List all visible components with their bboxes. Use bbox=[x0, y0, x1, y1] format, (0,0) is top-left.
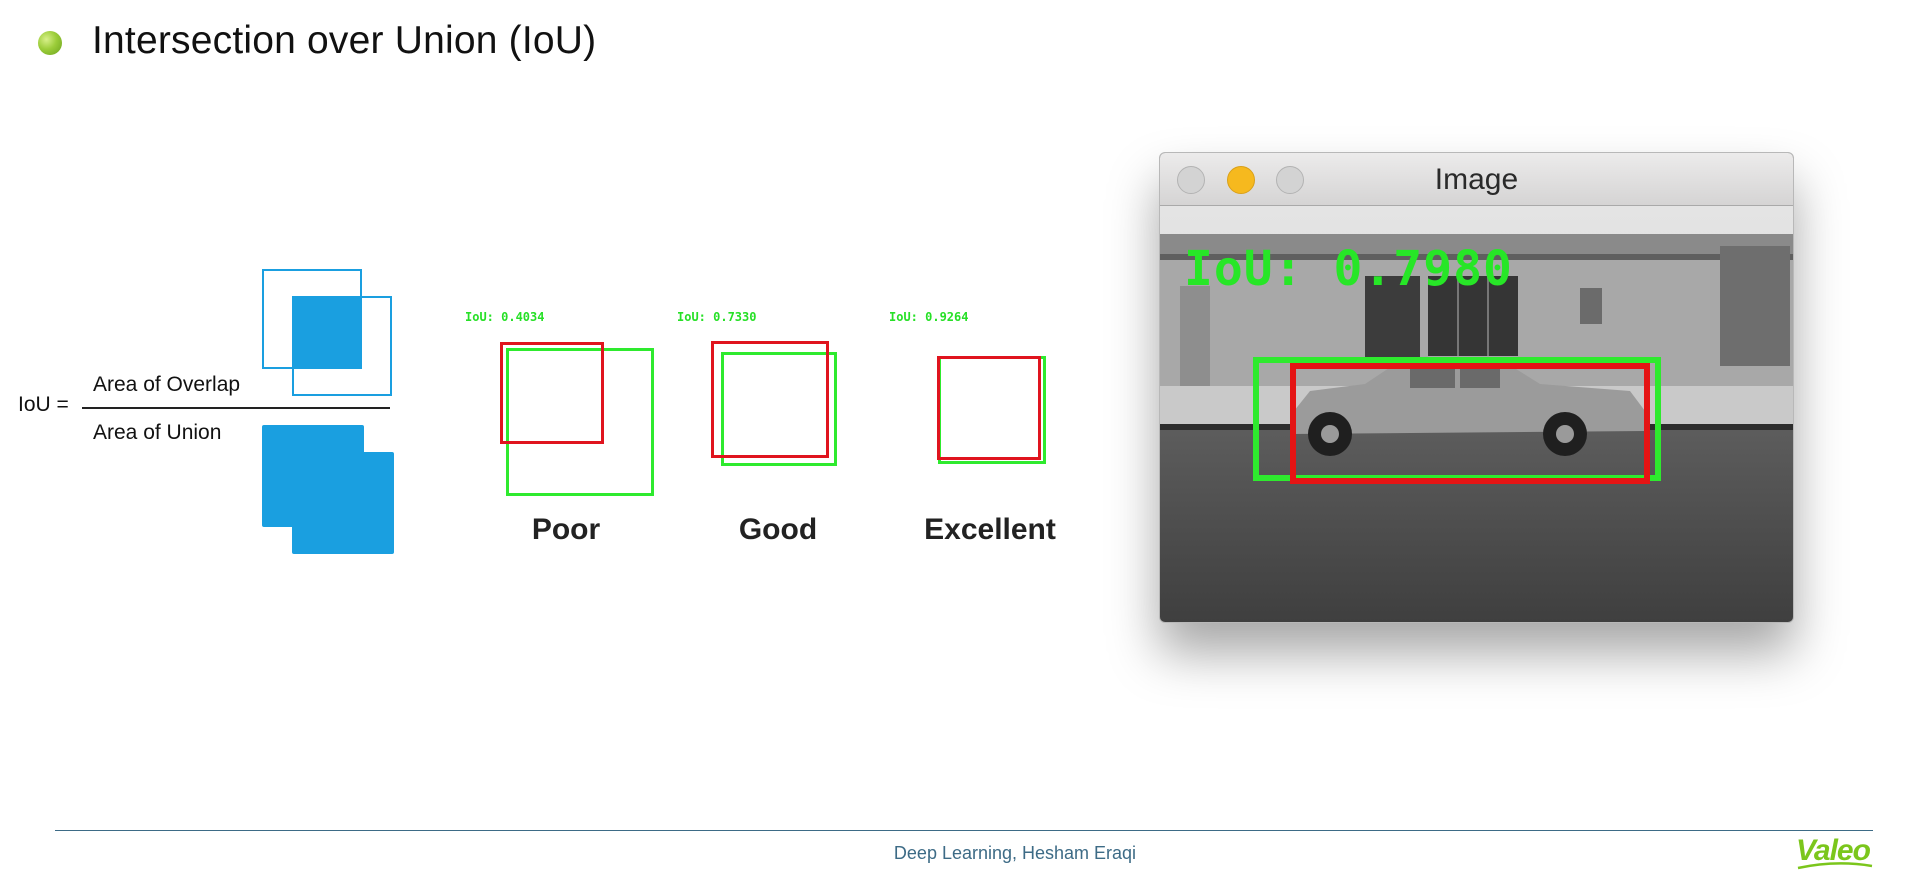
fraction-bar bbox=[82, 407, 390, 409]
example-iou-poor: IoU: 0.4034 bbox=[465, 310, 545, 324]
prediction-box-excellent bbox=[937, 356, 1041, 460]
example-iou-good: IoU: 0.7330 bbox=[677, 310, 757, 324]
window-iou-readout: IoU: 0.7980 bbox=[1184, 241, 1513, 297]
valeo-logo-swoosh-icon bbox=[1797, 862, 1873, 870]
prediction-box-good bbox=[711, 341, 829, 458]
example-label-poor: Poor bbox=[531, 513, 601, 546]
image-window: Image IoU: 0.7980 bbox=[1159, 152, 1794, 623]
footer-divider bbox=[55, 830, 1873, 831]
title-bullet-icon bbox=[38, 31, 62, 55]
formula-numerator: Area of Overlap bbox=[93, 373, 241, 396]
union-box-b bbox=[292, 452, 394, 554]
prediction-box-poor bbox=[500, 342, 604, 444]
slide-title: Intersection over Union (IoU) bbox=[92, 19, 597, 62]
overlap-area-fill bbox=[292, 296, 362, 369]
formula-denominator: Area of Union bbox=[93, 421, 222, 444]
example-label-good: Good bbox=[738, 513, 818, 546]
example-label-excellent: Excellent bbox=[924, 513, 1056, 546]
window-titlebar[interactable]: Image bbox=[1160, 153, 1793, 206]
window-title: Image bbox=[1434, 163, 1519, 196]
footer-text: Deep Learning, Hesham Eraqi bbox=[893, 843, 1137, 863]
formula-lhs: IoU = bbox=[18, 393, 69, 416]
example-iou-excellent: IoU: 0.9264 bbox=[889, 310, 969, 324]
